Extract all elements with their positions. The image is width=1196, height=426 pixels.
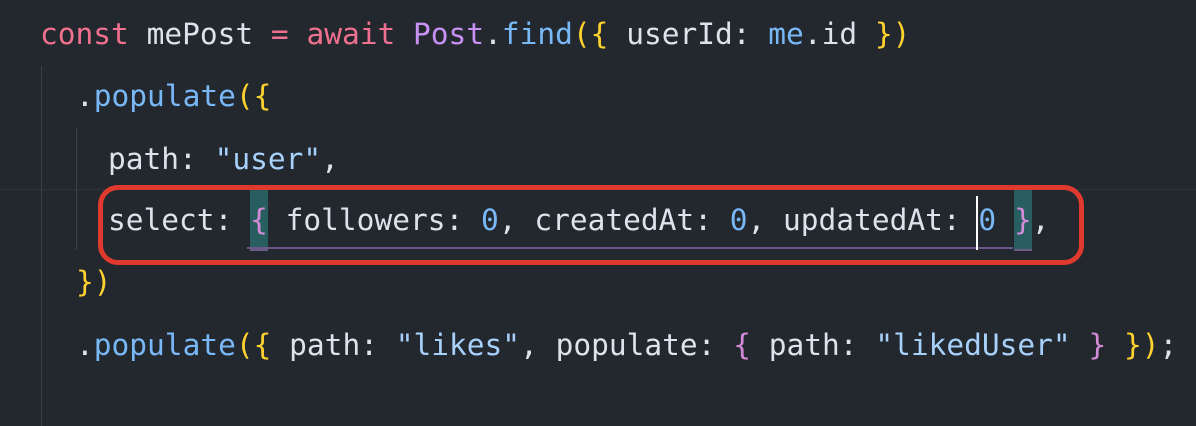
paren: ) xyxy=(892,17,911,51)
paren: ( xyxy=(235,79,254,113)
brace: { xyxy=(253,79,272,113)
brace: } xyxy=(874,17,893,51)
property-userid: userId xyxy=(626,17,733,51)
brace: } xyxy=(1124,328,1142,362)
brace: } xyxy=(1088,328,1107,362)
paren: ( xyxy=(235,328,254,362)
paren: ( xyxy=(572,17,591,51)
brace: { xyxy=(253,328,272,362)
operator-equals: = xyxy=(270,17,289,51)
keyword-const: const xyxy=(40,17,129,51)
brace: { xyxy=(590,17,609,51)
keyword-await: await xyxy=(306,17,396,51)
code-editor[interactable]: const mePost = await Post.find({ userId:… xyxy=(0,0,1196,426)
method-find: find xyxy=(501,17,573,51)
paren: ) xyxy=(1141,328,1160,362)
variable-mepost: mePost xyxy=(146,17,254,51)
property-populate: populate xyxy=(555,328,698,362)
string-likes: "likes" xyxy=(395,328,521,362)
property-path: path xyxy=(108,142,180,176)
brace: } xyxy=(76,265,94,299)
method-populate: populate xyxy=(93,328,236,362)
method-populate: populate xyxy=(93,79,236,113)
property-path: path xyxy=(289,328,361,362)
class-post: Post xyxy=(413,17,485,51)
paren: ) xyxy=(93,265,112,299)
property-path: path xyxy=(768,328,840,362)
string-likeduser: "likedUser" xyxy=(875,328,1071,362)
variable-me: me xyxy=(768,17,804,51)
highlight-annotation-box xyxy=(98,185,1084,265)
brace: { xyxy=(733,328,751,362)
property-id: id xyxy=(821,17,858,51)
string-user: "user" xyxy=(214,142,322,176)
